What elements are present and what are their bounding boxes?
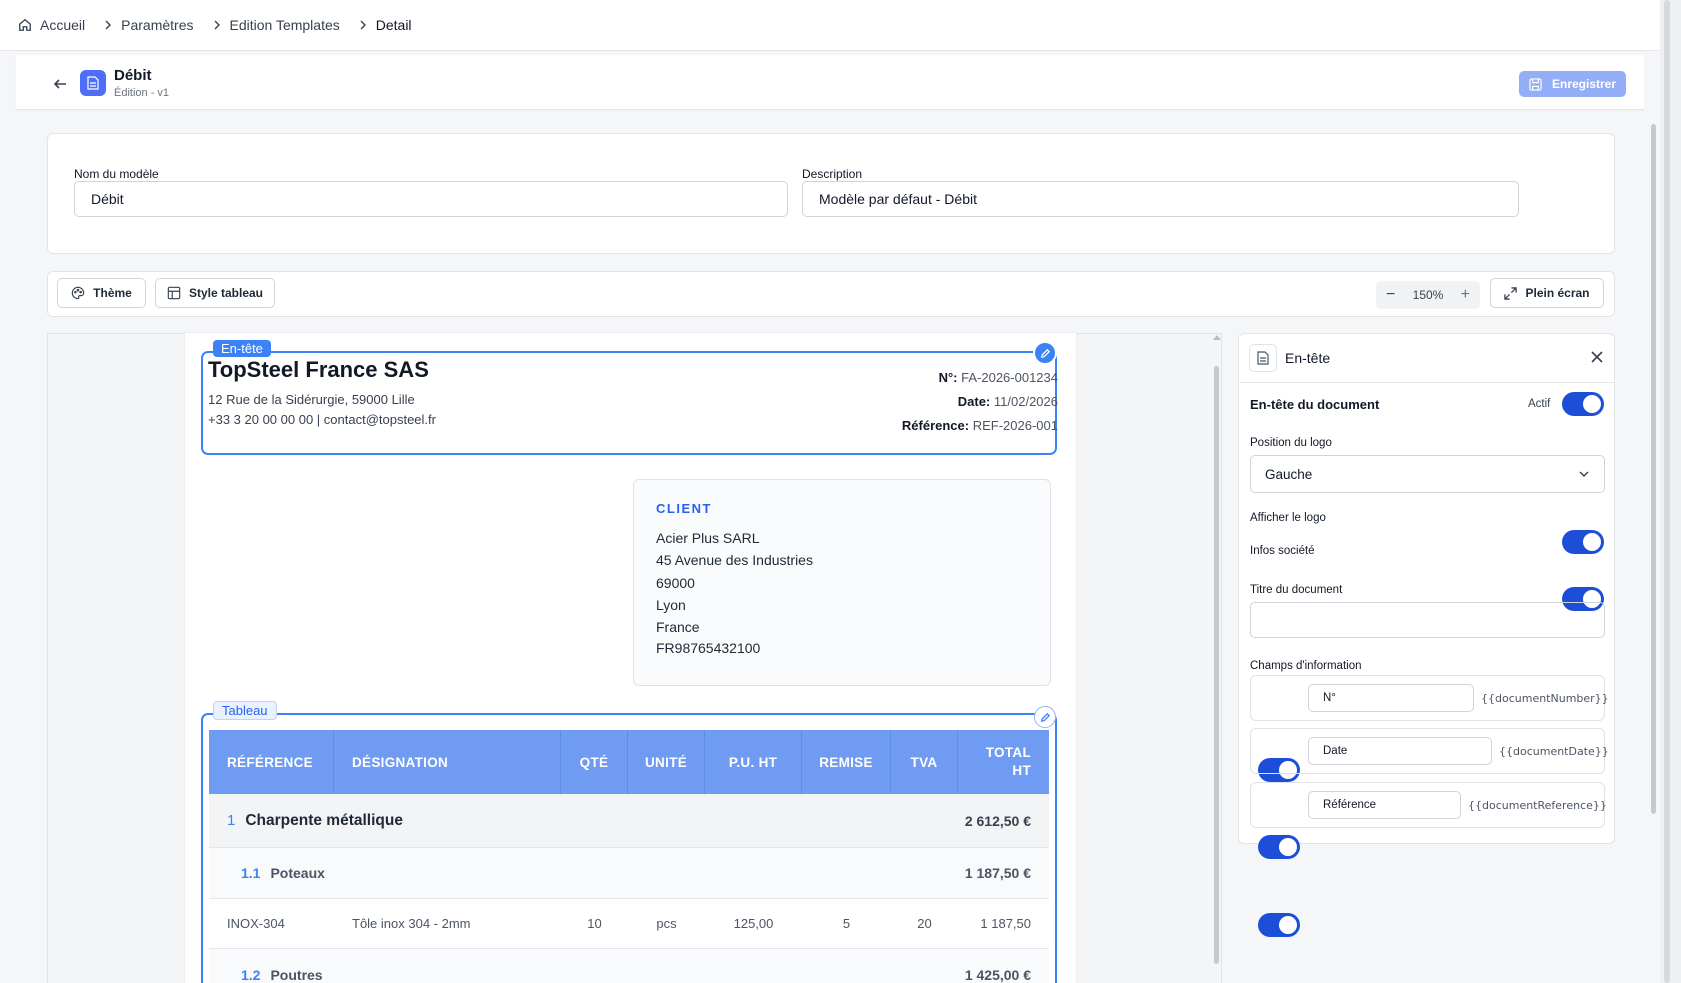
client-line: France xyxy=(656,619,700,635)
expand-icon xyxy=(1504,286,1518,300)
page-subtitle: Édition - v1 xyxy=(114,87,170,99)
chevron-right-icon xyxy=(214,20,220,30)
breadcrumb-label: Paramètres xyxy=(121,17,194,33)
main-scrollbar-thumb[interactable] xyxy=(1651,124,1656,814)
company-address: 12 Rue de la Sidérurgie, 59000 Lille xyxy=(208,392,415,407)
title-bar xyxy=(16,55,1644,110)
header-block-tag: En-tête xyxy=(213,340,271,357)
meta-reference: Référence: REF-2026-001 xyxy=(901,418,1058,433)
table-block-tag: Tableau xyxy=(213,701,277,720)
page-title: Débit xyxy=(114,67,152,84)
client-title: CLIENT xyxy=(656,501,712,516)
zoom-in-icon[interactable]: + xyxy=(1461,287,1470,303)
panel-divider xyxy=(1239,382,1614,383)
client-line: Acier Plus SARL xyxy=(656,530,760,546)
edit-header-icon[interactable] xyxy=(1033,341,1057,365)
show-logo-label: Afficher le logo xyxy=(1250,512,1326,524)
preview-scrollbar-thumb[interactable] xyxy=(1214,366,1219,964)
client-line: Lyon xyxy=(656,597,686,613)
save-button[interactable]: Enregistrer xyxy=(1519,71,1626,97)
breadcrumb-label: Accueil xyxy=(40,17,86,33)
meta-number: N°: FA-2026-001234 xyxy=(938,370,1058,385)
zoom-level: 150% xyxy=(1412,288,1444,302)
doc-header-label: En-tête du document xyxy=(1250,397,1380,412)
doc-title-label: Titre du document xyxy=(1250,584,1343,596)
breadcrumb-parametres[interactable]: Paramètres xyxy=(103,17,194,33)
name-label: Nom du modèle xyxy=(74,167,159,181)
preview-scroll-up-icon[interactable] xyxy=(1213,335,1221,340)
field-label-input[interactable]: N° xyxy=(1308,684,1474,712)
fullscreen-button[interactable]: Plein écran xyxy=(1490,278,1604,308)
chevron-right-icon xyxy=(105,20,112,30)
table-style-label: Style tableau xyxy=(188,286,264,300)
breadcrumb-detail: Detail xyxy=(358,17,412,33)
field-label-input[interactable]: Référence xyxy=(1308,791,1461,819)
field-variable: {{documentReference}} xyxy=(1468,799,1607,812)
home-icon xyxy=(19,18,31,31)
theme-button[interactable]: Thème xyxy=(57,278,146,308)
logo-position-label: Position du logo xyxy=(1250,437,1332,449)
name-input[interactable]: Débit xyxy=(74,181,788,217)
client-line: 45 Avenue des Industries xyxy=(656,552,813,568)
palette-icon xyxy=(71,286,85,300)
window-scrollbar-thumb[interactable] xyxy=(1664,0,1670,983)
breadcrumb: Accueil Paramètres Edition Templates Det… xyxy=(18,16,412,34)
edit-table-icon[interactable] xyxy=(1034,706,1056,728)
active-label: Actif xyxy=(1528,398,1551,410)
document-icon xyxy=(80,70,106,96)
client-line: FR98765432100 xyxy=(656,640,761,656)
info-fields-label: Champs d'information xyxy=(1250,660,1362,672)
description-value: Modèle par défaut - Débit xyxy=(819,191,977,207)
field-label-input[interactable]: Date xyxy=(1308,737,1492,765)
company-contact: +33 3 20 00 00 00 | contact@topsteel.fr xyxy=(208,412,436,427)
table-style-button[interactable]: Style tableau xyxy=(155,278,275,308)
doc-title-input[interactable] xyxy=(1250,602,1605,638)
logo-position-select[interactable]: Gauche xyxy=(1250,455,1605,493)
table-icon xyxy=(167,286,181,300)
show-logo-toggle[interactable] xyxy=(1562,530,1604,554)
table-block-selection[interactable] xyxy=(201,713,1057,983)
zoom-control: − 150% + xyxy=(1376,281,1480,309)
arrow-left-icon[interactable] xyxy=(52,76,68,92)
logo-position-value: Gauche xyxy=(1265,466,1313,482)
field-toggle-reference[interactable] xyxy=(1258,913,1300,937)
zoom-out-icon[interactable]: − xyxy=(1386,287,1395,303)
field-variable: {{documentNumber}} xyxy=(1481,692,1609,705)
description-input[interactable]: Modèle par défaut - Débit xyxy=(802,181,1519,217)
field-variable: {{documentDate}} xyxy=(1499,745,1609,758)
breadcrumb-label: Detail xyxy=(375,17,412,33)
fullscreen-label: Plein écran xyxy=(1525,286,1590,300)
description-label: Description xyxy=(802,167,863,181)
meta-date: Date: 11/02/2026 xyxy=(957,394,1058,409)
breadcrumb-home[interactable]: Accueil xyxy=(18,17,85,33)
close-icon[interactable] xyxy=(1590,350,1604,364)
save-icon xyxy=(1529,77,1542,91)
field-toggle-date[interactable] xyxy=(1258,835,1300,859)
company-info-label: Infos société xyxy=(1250,545,1315,557)
chevron-down-icon xyxy=(1579,471,1589,477)
panel-title: En-tête xyxy=(1285,350,1331,366)
save-label: Enregistrer xyxy=(1551,77,1617,91)
company-name: TopSteel France SAS xyxy=(208,357,429,382)
name-value: Débit xyxy=(91,191,124,207)
active-toggle[interactable] xyxy=(1562,392,1604,416)
client-line: 69000 xyxy=(656,575,695,591)
breadcrumb-edition-templates[interactable]: Edition Templates xyxy=(212,17,340,33)
chevron-right-icon xyxy=(360,20,366,30)
document-icon xyxy=(1249,344,1277,372)
theme-label: Thème xyxy=(93,286,132,300)
breadcrumb-label: Edition Templates xyxy=(229,17,340,33)
